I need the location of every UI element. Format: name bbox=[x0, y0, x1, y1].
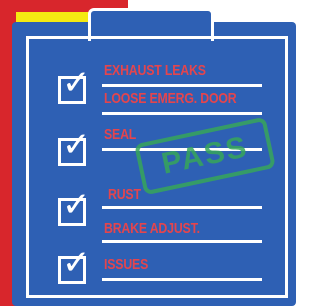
item-label-seal: SEAL bbox=[104, 126, 137, 143]
item-line bbox=[102, 240, 262, 243]
item-line bbox=[102, 112, 262, 115]
item-label-brake-adjust: BRAKE ADJUST. bbox=[104, 220, 200, 237]
checkmark-icon: ✓ bbox=[62, 63, 91, 103]
item-label-issues: ISSUES bbox=[104, 256, 149, 273]
checkmark-icon: ✓ bbox=[62, 125, 91, 165]
item-line bbox=[102, 84, 262, 87]
item-line bbox=[102, 206, 262, 209]
item-label-loose-emerg-door: LOOSE EMERG. DOOR bbox=[104, 90, 237, 107]
checkmark-icon: ✓ bbox=[62, 243, 91, 283]
item-label-exhaust-leaks: EXHAUST LEAKS bbox=[104, 62, 206, 79]
item-label-rust: RUST bbox=[108, 186, 141, 203]
checklist-illustration: ✓ ✓ ✓ ✓ EXHAUST LEAKS LOOSE EMERG. DOOR … bbox=[0, 0, 296, 306]
item-line bbox=[102, 278, 262, 281]
checkmark-icon: ✓ bbox=[62, 185, 91, 225]
